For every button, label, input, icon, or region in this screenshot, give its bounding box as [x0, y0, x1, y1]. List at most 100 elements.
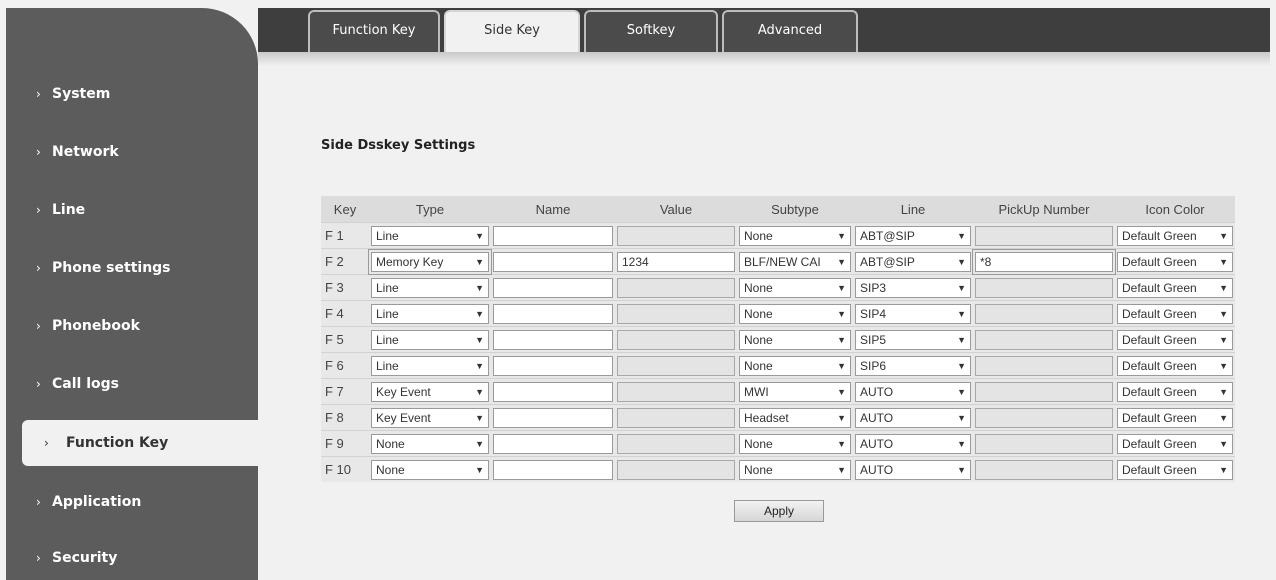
type-select[interactable]: Line ▼ — [371, 355, 489, 376]
icon-color-select[interactable]: Default Green ▼ — [1117, 277, 1233, 298]
select-value: None — [744, 462, 773, 477]
line-select[interactable]: AUTO ▼ — [855, 459, 971, 480]
icon-color-select[interactable]: Default Green ▼ — [1117, 381, 1233, 402]
name-input[interactable] — [493, 251, 613, 272]
subtype-select[interactable]: None ▼ — [739, 355, 851, 376]
subtype-select[interactable]: BLF/NEW CAI ▼ — [739, 251, 851, 272]
icon-color-select[interactable]: Default Green ▼ — [1117, 225, 1233, 246]
value-input[interactable] — [617, 277, 735, 298]
select-value: Line — [376, 280, 399, 295]
icon-color-select[interactable]: Default Green ▼ — [1117, 303, 1233, 324]
pickup-number-input[interactable] — [975, 433, 1113, 454]
name-input[interactable] — [493, 225, 613, 246]
pickup-cell — [973, 274, 1115, 300]
name-input[interactable] — [493, 329, 613, 350]
dropdown-arrow-icon: ▼ — [475, 464, 484, 475]
sidebar-item-label: System — [52, 86, 111, 102]
tab-function-key[interactable]: Function Key — [308, 10, 440, 52]
line-select[interactable]: AUTO ▼ — [855, 433, 971, 454]
tab-advanced[interactable]: Advanced — [722, 10, 858, 52]
subtype-select[interactable]: MWI ▼ — [739, 381, 851, 402]
table-row: F 3 Line ▼ None ▼ SIP3 ▼ Default Green ▼ — [321, 274, 1235, 300]
value-cell — [615, 222, 737, 248]
value-input[interactable] — [617, 225, 735, 246]
line-select[interactable]: AUTO ▼ — [855, 381, 971, 402]
sidebar: › System › Network › Line › Phone settings ›… — [6, 8, 258, 580]
select-value: AUTO — [860, 384, 894, 399]
sidebar-item-call-logs[interactable]: › Call logs — [6, 364, 258, 404]
sidebar-item-phone-settings[interactable]: › Phone settings — [6, 248, 258, 288]
pickup-cell — [973, 430, 1115, 456]
sidebar-item-phonebook[interactable]: › Phonebook — [6, 306, 258, 346]
pickup-number-input[interactable] — [975, 407, 1113, 428]
pickup-number-input[interactable] — [975, 381, 1113, 402]
type-select[interactable]: Line ▼ — [371, 225, 489, 246]
dropdown-arrow-icon: ▼ — [475, 308, 484, 319]
line-select[interactable]: SIP6 ▼ — [855, 355, 971, 376]
icon-color-select[interactable]: Default Green ▼ — [1117, 355, 1233, 376]
line-select[interactable]: SIP3 ▼ — [855, 277, 971, 298]
dropdown-arrow-icon: ▼ — [837, 282, 846, 293]
line-select[interactable]: ABT@SIP ▼ — [855, 251, 971, 272]
type-select[interactable]: Key Event ▼ — [371, 407, 489, 428]
subtype-select[interactable]: None ▼ — [739, 225, 851, 246]
line-select[interactable]: SIP4 ▼ — [855, 303, 971, 324]
subtype-select[interactable]: Headset ▼ — [739, 407, 851, 428]
type-select[interactable]: Line ▼ — [371, 277, 489, 298]
subtype-select[interactable]: None ▼ — [739, 329, 851, 350]
line-select[interactable]: ABT@SIP ▼ — [855, 225, 971, 246]
pickup-number-input[interactable] — [975, 355, 1113, 376]
line-select[interactable]: AUTO ▼ — [855, 407, 971, 428]
sidebar-item-function-key[interactable]: › Function Key — [22, 420, 258, 466]
icon-color-select[interactable]: Default Green ▼ — [1117, 459, 1233, 480]
line-cell: AUTO ▼ — [853, 456, 973, 482]
name-input[interactable] — [493, 459, 613, 480]
select-value: None — [744, 228, 773, 243]
subtype-select[interactable]: None ▼ — [739, 459, 851, 480]
tab-softkey[interactable]: Softkey — [584, 10, 718, 52]
name-input[interactable] — [493, 303, 613, 324]
name-input[interactable] — [493, 355, 613, 376]
type-select[interactable]: Line ▼ — [371, 329, 489, 350]
icon-color-select[interactable]: Default Green ▼ — [1117, 251, 1233, 272]
pickup-number-input[interactable] — [975, 303, 1113, 324]
pickup-number-input[interactable] — [975, 225, 1113, 246]
value-input[interactable] — [617, 381, 735, 402]
subtype-select[interactable]: None ▼ — [739, 433, 851, 454]
subtype-select[interactable]: None ▼ — [739, 277, 851, 298]
value-input[interactable] — [617, 433, 735, 454]
value-input[interactable] — [617, 355, 735, 376]
value-input[interactable] — [617, 459, 735, 480]
name-input[interactable] — [493, 407, 613, 428]
name-input[interactable] — [493, 433, 613, 454]
value-input[interactable]: 1234 — [617, 251, 735, 272]
apply-button[interactable]: Apply — [734, 500, 824, 522]
type-select[interactable]: None ▼ — [371, 433, 489, 454]
sidebar-item-application[interactable]: › Application — [6, 482, 258, 522]
type-select[interactable]: Memory Key ▼ — [368, 248, 492, 275]
sidebar-item-security[interactable]: › Security — [6, 538, 258, 578]
sidebar-item-network[interactable]: › Network — [6, 132, 258, 172]
tab-side-key[interactable]: Side Key — [444, 10, 580, 52]
name-input[interactable] — [493, 277, 613, 298]
line-cell: AUTO ▼ — [853, 378, 973, 404]
value-input[interactable] — [617, 303, 735, 324]
sidebar-item-line[interactable]: › Line — [6, 190, 258, 230]
icon-color-select[interactable]: Default Green ▼ — [1117, 433, 1233, 454]
line-select[interactable]: SIP5 ▼ — [855, 329, 971, 350]
subtype-select[interactable]: None ▼ — [739, 303, 851, 324]
pickup-number-input[interactable]: *8 — [972, 248, 1116, 275]
pickup-number-input[interactable] — [975, 277, 1113, 298]
pickup-number-input[interactable] — [975, 329, 1113, 350]
value-input[interactable] — [617, 407, 735, 428]
pickup-number-input[interactable] — [975, 459, 1113, 480]
icon-color-select[interactable]: Default Green ▼ — [1117, 407, 1233, 428]
name-input[interactable] — [493, 381, 613, 402]
value-input[interactable] — [617, 329, 735, 350]
sidebar-item-system[interactable]: › System — [6, 74, 258, 114]
icon-color-select[interactable]: Default Green ▼ — [1117, 329, 1233, 350]
key-label: F 8 — [321, 404, 369, 430]
type-select[interactable]: None ▼ — [371, 459, 489, 480]
type-select[interactable]: Line ▼ — [371, 303, 489, 324]
type-select[interactable]: Key Event ▼ — [371, 381, 489, 402]
